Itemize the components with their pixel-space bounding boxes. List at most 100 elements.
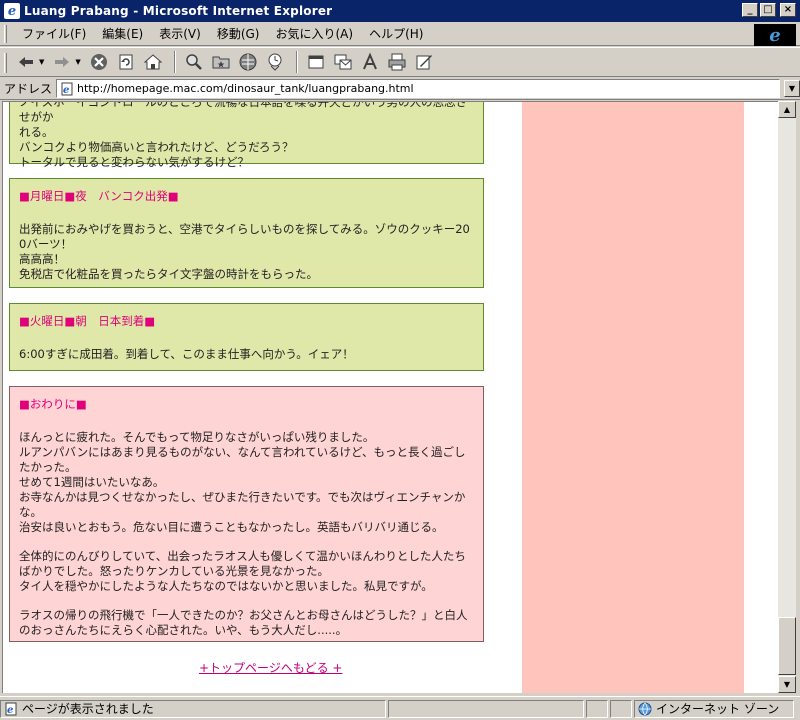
entry-heading: ■月曜日■夜 バンコク出発■ (19, 189, 179, 203)
ie-logo: e (754, 24, 796, 46)
closing-paragraph-2: 全体的にのんびりしていて、出会ったラオス人も優しくて温かいほんわりとした人たち … (19, 549, 474, 594)
forward-button[interactable] (50, 50, 74, 74)
refresh-icon (119, 54, 133, 70)
scroll-down-button[interactable]: ▼ (778, 676, 796, 693)
print-button[interactable] (385, 50, 409, 74)
menu-file[interactable]: ファイル(F) (14, 23, 94, 44)
svg-text:e: e (7, 705, 13, 716)
edit-button[interactable] (412, 50, 436, 74)
menu-bar: ファイル(F) 編集(E) 表示(V) 移動(G) お気に入り(A) ヘルプ(H… (0, 22, 800, 46)
text-line: たかった。 (19, 460, 77, 474)
diary-box-monday: ■月曜日■夜 バンコク出発■ 出発前におみやげを買おうと、空港でタイらしいものを… (9, 178, 484, 288)
search-icon (186, 54, 202, 70)
text-line: ルアンパバンにはあまり見るものがない、なんて言われているけど、もっと長く過ごし (19, 445, 466, 459)
search-button[interactable] (182, 50, 206, 74)
media-button[interactable] (236, 50, 260, 74)
text-line: 6:00すぎに成田着。到着して、このまま仕事へ向かう。イェア！ (19, 347, 354, 361)
text-line: 全体的にのんびりしていて、出会ったラオス人も優しくて温かいほんわりとした人たち (19, 549, 466, 563)
page-icon: e (61, 82, 73, 96)
title-bar: e Luang Prabang - Microsoft Internet Exp… (0, 0, 800, 22)
home-icon (143, 54, 163, 70)
status-bar: e ページが表示されました インターネット ゾーン (0, 696, 800, 720)
address-label: アドレス (4, 82, 53, 96)
menu-go[interactable]: 移動(G) (209, 23, 268, 44)
stop-icon (90, 54, 107, 70)
favorites-button[interactable] (209, 50, 233, 74)
menu-help[interactable]: ヘルプ(H) (361, 23, 431, 44)
ie-logo-letter: e (769, 24, 781, 46)
scroll-up-button[interactable]: ▲ (778, 101, 796, 118)
fullscreen-icon (308, 55, 324, 69)
entry-heading: ■火曜日■朝 日本到着■ (19, 314, 156, 328)
menu-favorites[interactable]: お気に入り(A) (267, 23, 361, 44)
security-zone: インターネット ゾーン (656, 702, 780, 716)
status-small-cell (610, 699, 632, 718)
address-bar: アドレス e ▼ (0, 78, 800, 100)
stop-button[interactable] (87, 50, 111, 74)
address-field[interactable]: e (56, 79, 780, 98)
status-empty-cell (388, 699, 584, 718)
fullscreen-button[interactable] (304, 50, 328, 74)
forward-arrow-icon (55, 57, 70, 67)
text-line: な。 (19, 505, 42, 519)
text-line: ばかりでした。怒ったりケンカしている光景を見なかった。 (19, 564, 330, 578)
scroll-thumb[interactable] (778, 617, 796, 675)
forward-dropdown-icon[interactable]: ▼ (75, 58, 80, 66)
media-icon (239, 53, 257, 71)
favorites-folder-icon (212, 56, 230, 69)
top-page-link[interactable]: +トップページへもどる + (199, 659, 342, 676)
vertical-scrollbar[interactable]: ▲ ▼ (778, 101, 796, 693)
font-size-button[interactable] (358, 50, 382, 74)
page-done-icon: e (5, 702, 17, 716)
toolbar-separator (173, 51, 176, 73)
toolbar-grip (4, 53, 7, 73)
text-line: タイ人を穏やかにしたような人たちなのではないかと思いました。私見ですが。 (19, 579, 433, 593)
address-input[interactable] (77, 82, 779, 95)
minimize-button[interactable]: _ (742, 3, 758, 17)
refresh-button[interactable] (114, 50, 138, 74)
close-button[interactable]: × (780, 3, 796, 17)
text-line: 免税店で化粧品を買ったらタイ文字盤の時計をもらった。 (19, 267, 318, 281)
text-line: ラオスの帰りの飛行機で「一人できたのか？お父さんとお母さんはどうした？」と白人 (19, 608, 468, 622)
back-arrow-icon (19, 57, 33, 67)
address-dropdown-button[interactable]: ▼ (784, 80, 800, 97)
mail-button[interactable] (331, 50, 355, 74)
back-dropdown-icon[interactable]: ▼ (39, 58, 44, 66)
status-zone-cell: インターネット ゾーン (634, 699, 794, 718)
mail-icon (334, 54, 352, 70)
maximize-button[interactable]: □ (760, 3, 776, 17)
text-line: 治安は良いとおもう。危ない目に遭うこともなかったし。英語もバリバリ通じる。 (19, 520, 444, 534)
closing-paragraph-1: ほんっとに疲れた。そんでもって物足りなさがいっぱい残りました。 ルアンパバンには… (19, 430, 474, 535)
text-line: れる。 (19, 125, 54, 139)
history-button[interactable] (263, 50, 287, 74)
text-line: 高高高！ (19, 252, 65, 266)
home-button[interactable] (141, 50, 165, 74)
status-text: ページが表示されました (22, 702, 154, 716)
text-line: トータルで見ると変わらない気がするけど？ (19, 155, 249, 169)
text-line: せめて1週間はいたいなあ。 (19, 475, 165, 489)
menu-grip (4, 25, 7, 43)
closing-paragraph-3: ラオスの帰りの飛行機で「一人できたのか？お父さんとお母さんはどうした？」と白人 … (19, 608, 474, 638)
text-line: お寺なんかは見つくせなかったし、ぜひまた行きたいです。でも次はヴィエンチャンか (19, 490, 466, 504)
text-line: ほんっとに疲れた。そんでもって物足りなさがいっぱい残りました。 (19, 430, 375, 444)
page-viewport: ノイスホーイコントロールのところで流暢な日本語を喋る弁天どかいう男の人の思念させ… (2, 101, 780, 693)
toolbar: ▼ ▼ (0, 47, 800, 77)
history-icon (268, 53, 282, 71)
status-small-cell (586, 699, 608, 718)
font-icon (362, 52, 377, 70)
svg-text:e: e (63, 85, 69, 96)
printer-icon (388, 53, 406, 71)
window-title: Luang Prabang - Microsoft Internet Explo… (24, 4, 333, 18)
text-line: 出発前におみやげを買おうと、空港でタイらしいものを探してみる。ゾウのクッキー20 (19, 222, 470, 236)
text-line: のおっさんたちにえらく心配された。いや、もう大人だし.....。 (19, 623, 348, 637)
diary-box-bangkok-end: ノイスホーイコントロールのところで流暢な日本語を喋る弁天どかいう男の人の思念させ… (9, 101, 484, 169)
status-text-cell: e ページが表示されました (0, 699, 386, 718)
back-button[interactable] (14, 50, 38, 74)
diary-box-tuesday: ■火曜日■朝 日本到着■ 6:00すぎに成田着。到着して、このまま仕事へ向かう。… (9, 303, 484, 371)
text-line: ノイスホーイコントロールのところで流暢な日本語を喋る弁天どかいう男の人の思念させ… (19, 101, 468, 124)
edit-icon (416, 55, 432, 70)
closing-box: ■おわりに■ ほんっとに疲れた。そんでもって物足りなさがいっぱい残りました。 ル… (9, 386, 484, 642)
menu-edit[interactable]: 編集(E) (94, 23, 151, 44)
text-line: バンコクより物価高いと言われたけど、どうだろう？ (19, 140, 294, 154)
menu-view[interactable]: 表示(V) (151, 23, 209, 44)
